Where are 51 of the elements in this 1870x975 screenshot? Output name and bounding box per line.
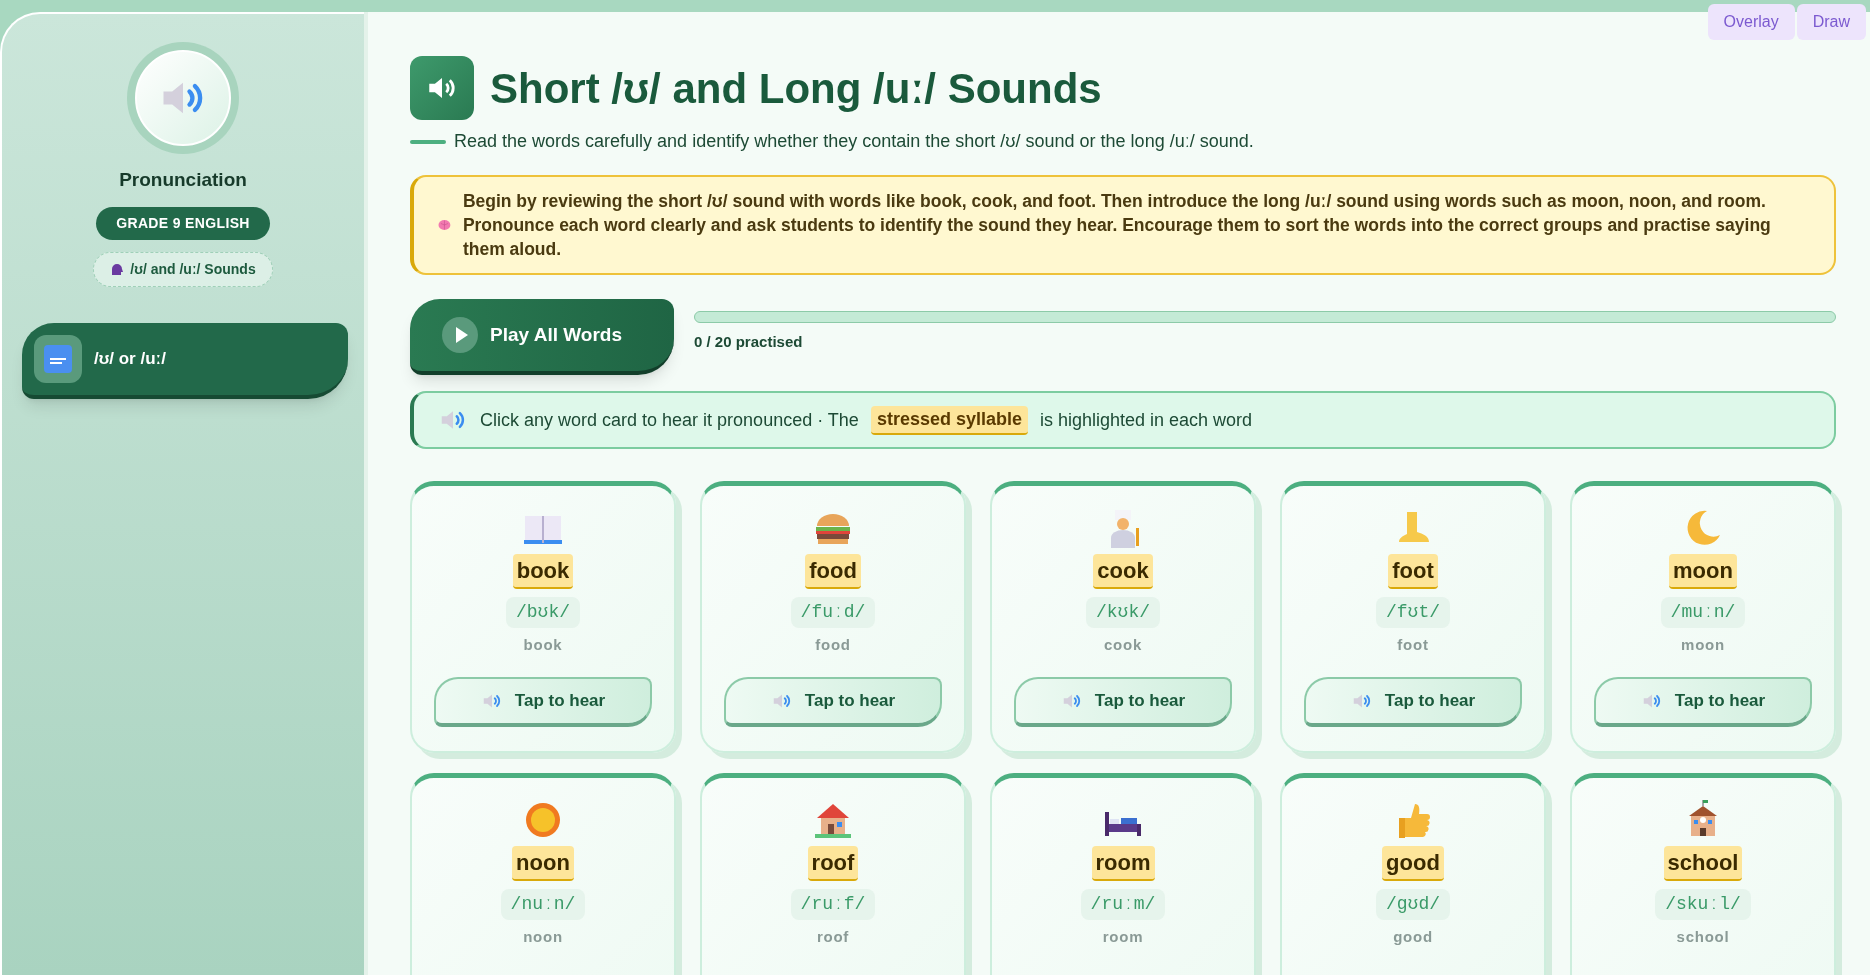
word-label: roof	[807, 846, 859, 881]
page-title: Short /ʊ/ and Long /uː/ Sounds	[490, 63, 1102, 114]
word-label: food	[805, 554, 861, 589]
word-label: school	[1663, 846, 1743, 881]
tap-to-hear-button[interactable]: Tap to hear	[1304, 676, 1522, 727]
topic-text: /ʊ/ and /uː/ Sounds	[130, 259, 256, 279]
stressed-syllable-highlight: stressed syllable	[870, 405, 1028, 435]
tip-text: Click any word card to hear it pronounced · The	[480, 408, 859, 432]
grade-badge: GRADE 9 ENGLISH	[96, 206, 270, 240]
lesson-item[interactable]: /ʊ/ or /uː/	[22, 322, 348, 399]
tap-to-hear-button[interactable]: Tap to hear	[724, 676, 942, 727]
ipa-chip: /fʊt/	[1376, 597, 1450, 628]
ipa-chip: /gʊd/	[1376, 889, 1450, 920]
ipa-chip: /ruːm/	[1080, 889, 1166, 920]
word-label: foot	[1388, 554, 1438, 589]
speaking-head-icon	[110, 262, 125, 276]
tap-to-hear-button[interactable]: Tap to hear	[1014, 676, 1232, 727]
ipa-chip: /kʊk/	[1086, 597, 1160, 628]
spelling-text: book	[523, 635, 563, 655]
spelling-text: room	[1102, 927, 1144, 947]
toolbar-button[interactable]: Overlay	[1707, 4, 1795, 40]
tap-to-hear-button[interactable]: Tap to hear	[1594, 676, 1812, 727]
page-subtitle: Read the words carefully and identify whether they contain the short /ʊ/ sound or the long /uː/ sound.	[454, 130, 1254, 153]
spelling-text: cook	[1104, 635, 1142, 655]
sidebar-title: Pronunciation	[119, 168, 247, 192]
ipa-chip: /nuːn/	[500, 889, 586, 920]
spelling-text: foot	[1397, 635, 1429, 655]
ipa-chip: /ruːf/	[790, 889, 876, 920]
toolbar-button[interactable]: Draw	[1796, 4, 1866, 40]
spelling-text: moon	[1681, 635, 1725, 655]
ipa-chip: /fuːd/	[790, 597, 876, 628]
spelling-text: school	[1676, 927, 1730, 947]
word-label: noon	[512, 846, 574, 881]
play-all-button[interactable]: Play All Words	[410, 299, 674, 375]
word-label: room	[1091, 846, 1155, 881]
word-label: cook	[1093, 554, 1153, 589]
word-label: book	[512, 554, 574, 589]
ipa-chip: /muːn/	[1660, 597, 1746, 628]
progress-text: 0 / 20 practised	[694, 332, 804, 352]
word-label: good	[1382, 846, 1444, 881]
spelling-text: roof	[816, 927, 850, 947]
ipa-chip: /bʊk/	[506, 597, 580, 628]
tip-text: is highlighted in each word	[1039, 408, 1253, 432]
play-icon	[442, 317, 478, 353]
teacher-note-text: Begin by reviewing the short /ʊ/ sound with words like book, cook, and foot. Then introduce the long /uː/ sound using words such as moon, noon, and room. Pronounce each word clearly and ask students to identify the sound they hear. Encourage them to sort the words into the correct groups and practise saying them aloud.	[462, 190, 1772, 261]
ipa-chip: /skuːl/	[1655, 889, 1751, 920]
spelling-text: noon	[523, 927, 563, 947]
spelling-text: good	[1393, 927, 1433, 947]
tap-to-hear-button[interactable]: Tap to hear	[434, 676, 652, 727]
spelling-text: food	[815, 635, 851, 655]
word-label: moon	[1669, 554, 1737, 589]
